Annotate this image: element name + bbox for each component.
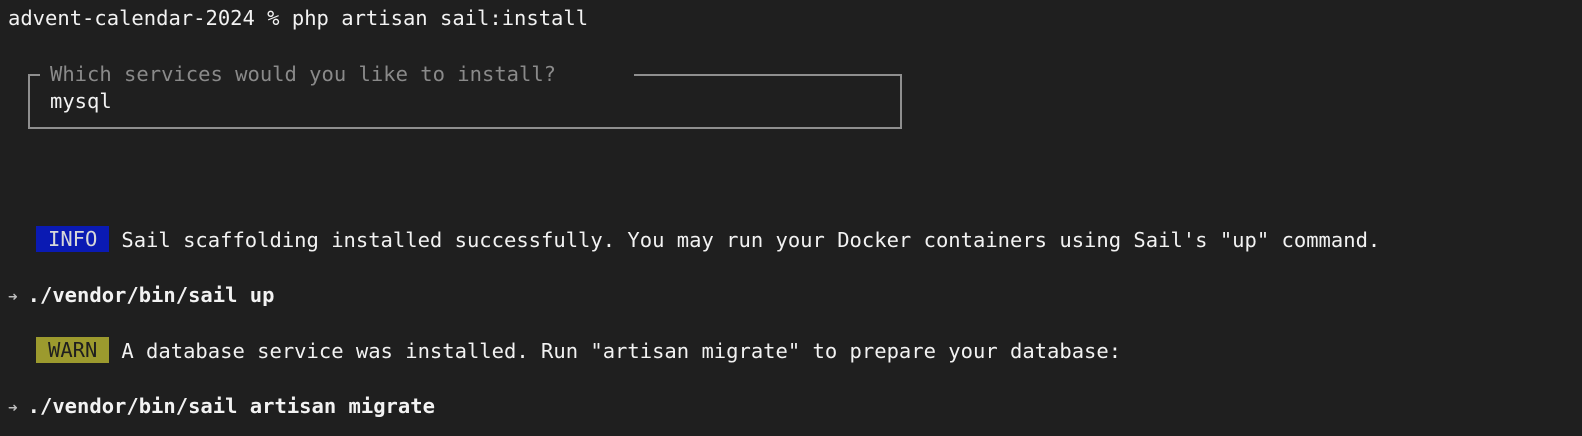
services-question-box[interactable]: Which services would you like to install…	[28, 62, 902, 129]
typed-command: php artisan sail:install	[291, 6, 589, 30]
warn-message: A database service was installed. Run "a…	[121, 339, 1122, 363]
command-hint-up: ➜ ./vendor/bin/sail up	[8, 281, 274, 311]
arrow-right-icon: ➜	[8, 287, 18, 306]
info-message-line: INFO Sail scaffolding installed successfu…	[36, 226, 1380, 254]
shell-prompt: advent-calendar-2024 %	[8, 6, 280, 30]
box-border-right-segment	[634, 74, 902, 76]
question-answer: mysql	[50, 89, 112, 113]
question-label: Which services would you like to install…	[50, 62, 557, 86]
arrow-right-icon: ➜	[8, 398, 18, 417]
warn-message-line: WARN A database service was installed. Ru…	[36, 337, 1121, 365]
warn-badge: WARN	[36, 337, 110, 363]
prompt-line: advent-calendar-2024 % php artisan sail:…	[8, 4, 588, 32]
command-hint-up-text: ./vendor/bin/sail up	[27, 283, 275, 307]
command-hint-migrate-text: ./vendor/bin/sail artisan migrate	[27, 394, 435, 418]
command-hint-migrate: ➜ ./vendor/bin/sail artisan migrate	[8, 392, 435, 422]
box-border-left-segment	[28, 74, 40, 76]
info-badge: INFO	[36, 226, 110, 252]
info-message: Sail scaffolding installed successfully.…	[121, 228, 1381, 252]
